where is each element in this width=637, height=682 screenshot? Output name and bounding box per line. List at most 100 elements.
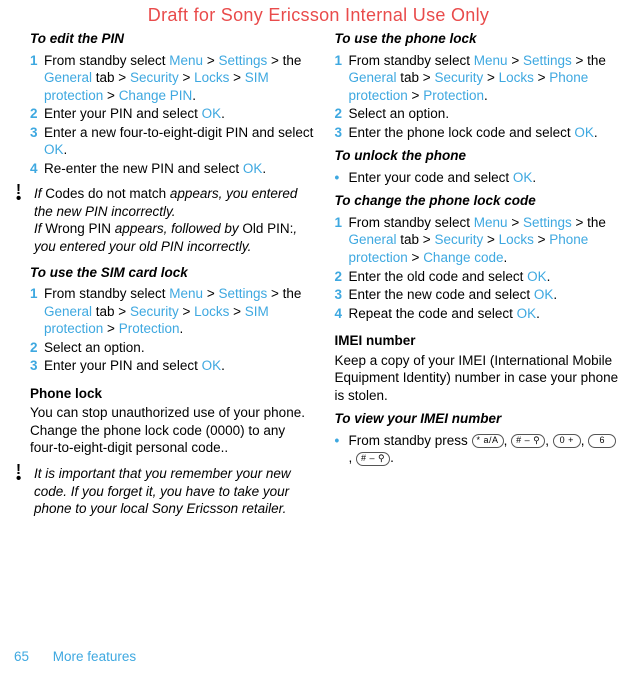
bullet-text: From standby press * a/A, # ‒ ⚲, 0 +, 6,… bbox=[349, 432, 620, 467]
step-number: 1 bbox=[30, 285, 44, 338]
step-text: Repeat the code and select OK. bbox=[349, 305, 620, 323]
paragraph: You can stop unauthorized use of your ph… bbox=[30, 404, 315, 457]
dot: . bbox=[532, 170, 536, 185]
ui-path: Settings bbox=[523, 215, 572, 230]
dot: . bbox=[221, 106, 225, 121]
step-number: 1 bbox=[30, 52, 44, 105]
note-icon: !• bbox=[16, 185, 34, 255]
c: , bbox=[504, 433, 512, 448]
step-number: 3 bbox=[335, 124, 349, 142]
dot: . bbox=[221, 358, 225, 373]
step-row: 2 Select an option. bbox=[335, 105, 620, 123]
step-text: From standby select Menu > Settings > th… bbox=[44, 52, 315, 105]
dot: . bbox=[484, 88, 488, 103]
step-row: 2 Enter your PIN and select OK. bbox=[30, 105, 315, 123]
bullet-row: • Enter your code and select OK. bbox=[335, 169, 620, 187]
t: If bbox=[34, 221, 45, 236]
step-text: Enter your PIN and select OK. bbox=[44, 357, 315, 375]
ui-path: Security bbox=[434, 70, 483, 85]
t: Enter the old code and select bbox=[349, 269, 528, 284]
t: From standby select bbox=[349, 215, 474, 230]
dot: . bbox=[504, 250, 508, 265]
ui-path: OK bbox=[534, 287, 554, 302]
t: From standby press bbox=[349, 433, 472, 448]
step-row: 3 Enter the phone lock code and select O… bbox=[335, 124, 620, 142]
t: tab > bbox=[92, 304, 130, 319]
page-body: To edit the PIN 1 From standby select Me… bbox=[0, 0, 637, 526]
t: Enter the new code and select bbox=[349, 287, 534, 302]
bullet-dot: • bbox=[335, 432, 349, 467]
step-row: 1 From standby select Menu > Settings > … bbox=[335, 214, 620, 267]
bullet-text: Enter your code and select OK. bbox=[349, 169, 620, 187]
ui-path: OK bbox=[517, 306, 537, 321]
sep: > bbox=[483, 232, 498, 247]
heading-sim-lock: To use the SIM card lock bbox=[30, 264, 315, 282]
step-number: 2 bbox=[335, 268, 349, 286]
ui-path: Change PIN bbox=[119, 88, 193, 103]
key-zero: 0 + bbox=[553, 434, 581, 448]
text: tab > bbox=[92, 70, 130, 85]
heading-unlock: To unlock the phone bbox=[335, 147, 620, 165]
key-star: * a/A bbox=[472, 434, 504, 448]
sep: > bbox=[483, 70, 498, 85]
t: the bbox=[587, 215, 606, 230]
ui-path: Menu bbox=[169, 286, 203, 301]
c: , bbox=[581, 433, 589, 448]
dot: . bbox=[547, 269, 551, 284]
ui-path: Security bbox=[130, 304, 179, 319]
t: Enter the phone lock code and select bbox=[349, 125, 575, 140]
step-text: Re-enter the new PIN and select OK. bbox=[44, 160, 315, 178]
sep: > bbox=[408, 88, 423, 103]
subheading-phone-lock: Phone lock bbox=[30, 385, 315, 403]
dot: . bbox=[536, 306, 540, 321]
step-number: 1 bbox=[335, 214, 349, 267]
step-row: 3 Enter the new code and select OK. bbox=[335, 286, 620, 304]
t: appears, followed by bbox=[111, 221, 242, 236]
text: From standby select bbox=[44, 53, 169, 68]
sep: > bbox=[267, 286, 282, 301]
sep: > bbox=[534, 70, 549, 85]
step-row: 1 From standby select Menu > Settings > … bbox=[30, 285, 315, 338]
bullet-dot: • bbox=[335, 169, 349, 187]
t: Old PIN: bbox=[242, 221, 293, 236]
step-text: Enter the new code and select OK. bbox=[349, 286, 620, 304]
sep: > bbox=[179, 70, 194, 85]
heading-view-imei: To view your IMEI number bbox=[335, 410, 620, 428]
t: Repeat the code and select bbox=[349, 306, 517, 321]
sep: > bbox=[572, 53, 587, 68]
key-hash: # ‒ ⚲ bbox=[356, 452, 390, 466]
ui-path: OK bbox=[527, 269, 547, 284]
step-text: Select an option. bbox=[44, 339, 315, 357]
step-text: From standby select Menu > Settings > th… bbox=[349, 214, 620, 267]
sep: > bbox=[267, 53, 282, 68]
step-number: 2 bbox=[30, 339, 44, 357]
ui-path: OK bbox=[202, 106, 222, 121]
dot: . bbox=[64, 142, 68, 157]
step-text: Enter the old code and select OK. bbox=[349, 268, 620, 286]
step-row: 4 Repeat the code and select OK. bbox=[335, 305, 620, 323]
ui-path: Security bbox=[130, 70, 179, 85]
text: Enter your PIN and select bbox=[44, 106, 202, 121]
footer-page-number: 65 bbox=[14, 649, 29, 664]
dot: . bbox=[192, 88, 196, 103]
key-six: 6 bbox=[588, 434, 616, 448]
t: tab > bbox=[397, 70, 435, 85]
heading-change-code: To change the phone lock code bbox=[335, 192, 620, 210]
ui-path: OK bbox=[44, 142, 64, 157]
sep: > bbox=[508, 215, 523, 230]
t: the bbox=[283, 286, 302, 301]
step-text: Enter your PIN and select OK. bbox=[44, 105, 315, 123]
t: Codes do not match bbox=[45, 186, 166, 201]
step-number: 1 bbox=[335, 52, 349, 105]
c: , bbox=[545, 433, 553, 448]
heading-edit-pin: To edit the PIN bbox=[30, 30, 315, 48]
sep: > bbox=[508, 53, 523, 68]
ui-path: General bbox=[349, 70, 397, 85]
step-row: 4 Re-enter the new PIN and select OK. bbox=[30, 160, 315, 178]
ui-path: Menu bbox=[474, 215, 508, 230]
ui-path: Locks bbox=[194, 70, 229, 85]
ui-path: Locks bbox=[499, 232, 534, 247]
t: Wrong PIN bbox=[45, 221, 111, 236]
note-icon: !• bbox=[16, 465, 34, 518]
note-block: !• If Codes do not match appears, you en… bbox=[16, 185, 315, 255]
